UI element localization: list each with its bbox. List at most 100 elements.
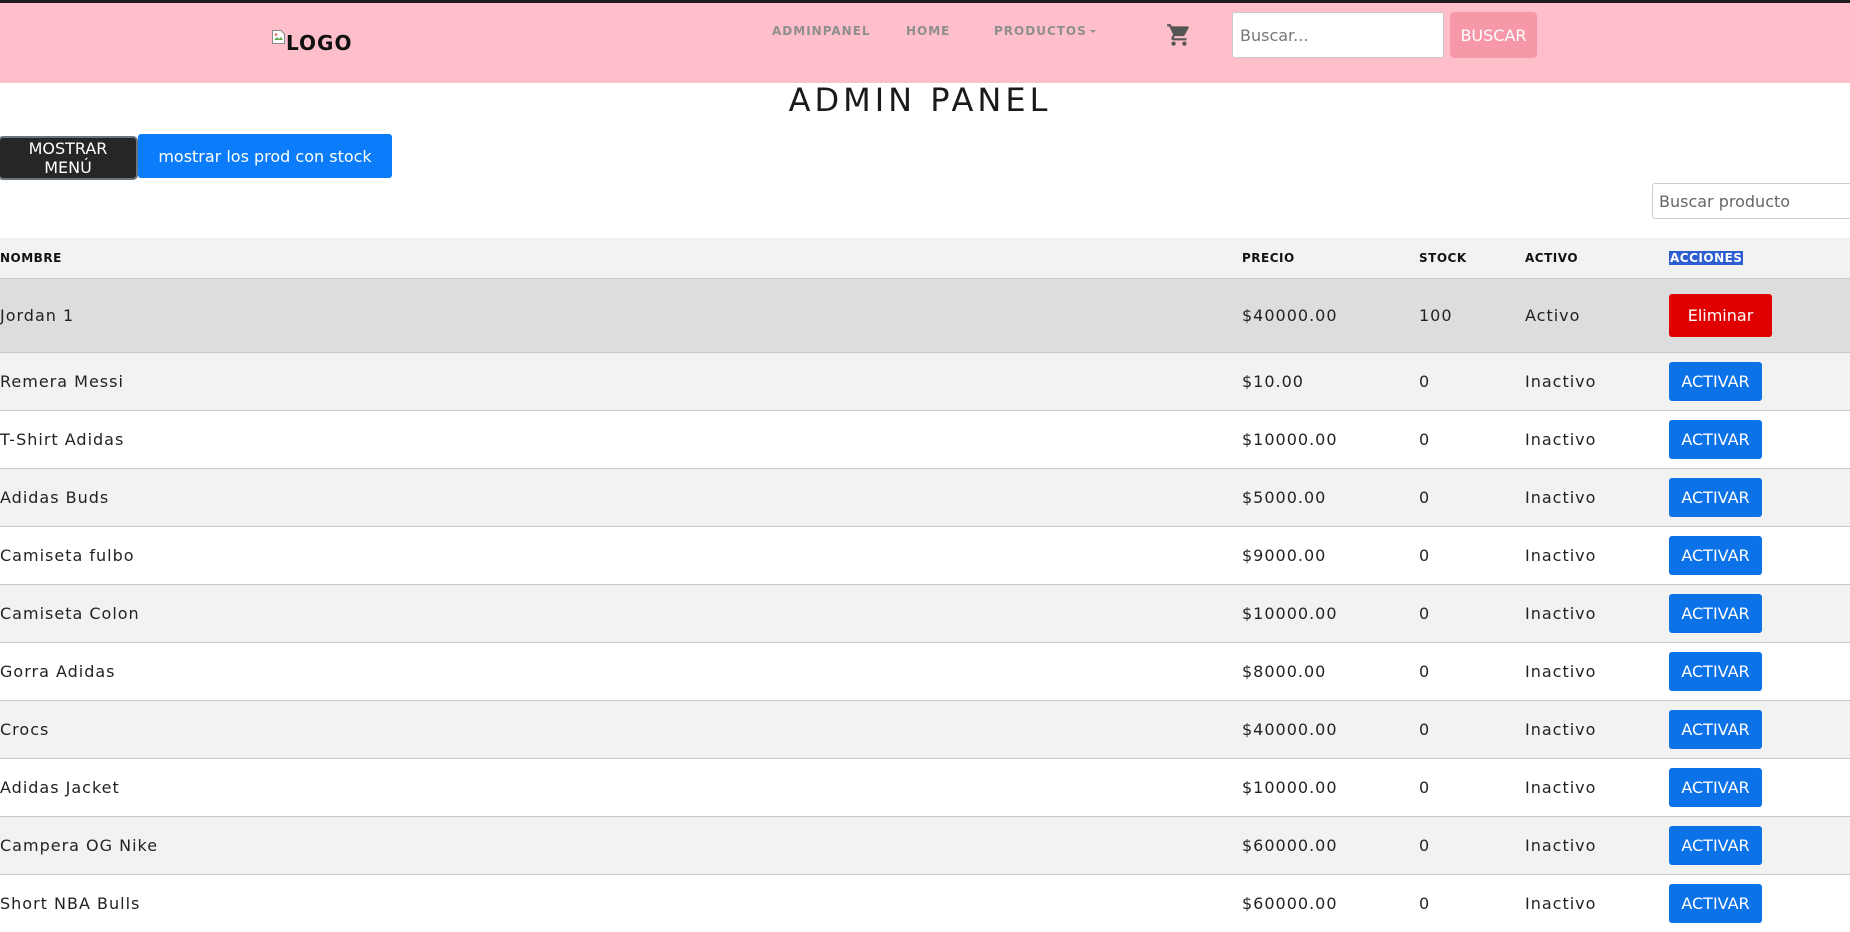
show-menu-button[interactable]: MOSTRAR MENÚ <box>0 136 138 180</box>
nav-link-adminpanel[interactable]: ADMINPANEL <box>772 24 871 38</box>
table-header-row: NOMBRE PRECIO STOCK ACTIVO ACCIONES <box>0 238 1850 278</box>
activate-button[interactable]: ACTIVAR <box>1669 535 1762 575</box>
column-header-nombre[interactable]: NOMBRE <box>0 238 1242 278</box>
delete-button[interactable]: Eliminar <box>1669 293 1772 337</box>
page-title: ADMIN PANEL <box>788 81 1052 119</box>
cell-stock: 0 <box>1419 757 1525 816</box>
cell-acciones: Eliminar <box>1669 277 1850 352</box>
logo-alt-text: LOGO <box>286 31 353 55</box>
cell-precio: $40000.00 <box>1242 699 1419 758</box>
table-row: T-Shirt Adidas $10000.00 0 Inactivo ACTI… <box>0 409 1850 468</box>
show-in-stock-button[interactable]: mostrar los prod con stock <box>138 134 392 178</box>
cell-acciones: ACTIVAR <box>1669 409 1850 468</box>
cell-activo: Inactivo <box>1525 525 1669 584</box>
cell-precio: $60000.00 <box>1242 873 1419 932</box>
cell-stock: 0 <box>1419 583 1525 642</box>
cell-precio: $9000.00 <box>1242 525 1419 584</box>
cell-nombre: Crocs <box>0 699 1242 758</box>
cell-activo: Inactivo <box>1525 757 1669 816</box>
cell-precio: $10000.00 <box>1242 583 1419 642</box>
table-row: Remera Messi $10.00 0 Inactivo ACTIVAR <box>0 351 1850 410</box>
cell-nombre: Adidas Buds <box>0 467 1242 526</box>
cell-nombre: Camiseta Colon <box>0 583 1242 642</box>
table-body: Jordan 1 $40000.00 100 Activo Eliminar R… <box>0 277 1850 932</box>
cell-stock: 0 <box>1419 873 1525 932</box>
cell-activo: Inactivo <box>1525 467 1669 526</box>
activate-button[interactable]: ACTIVAR <box>1669 593 1762 633</box>
cell-acciones: ACTIVAR <box>1669 699 1850 758</box>
cell-activo: Inactivo <box>1525 873 1669 932</box>
cell-acciones: ACTIVAR <box>1669 467 1850 526</box>
shopping-cart-icon[interactable] <box>1166 22 1192 48</box>
activate-button[interactable]: ACTIVAR <box>1669 883 1762 923</box>
table-row: Campera OG Nike $60000.00 0 Inactivo ACT… <box>0 815 1850 874</box>
cell-stock: 0 <box>1419 467 1525 526</box>
search-input[interactable] <box>1232 12 1444 58</box>
column-header-acciones[interactable]: ACCIONES <box>1669 238 1850 278</box>
nav-link-home[interactable]: HOME <box>906 24 950 38</box>
activate-button[interactable]: ACTIVAR <box>1669 651 1762 691</box>
activate-button[interactable]: ACTIVAR <box>1669 767 1762 807</box>
table-row: Short NBA Bulls $60000.00 0 Inactivo ACT… <box>0 873 1850 932</box>
cell-stock: 100 <box>1419 277 1525 352</box>
cell-nombre: Jordan 1 <box>0 277 1242 352</box>
cell-activo: Activo <box>1525 277 1669 352</box>
cell-precio: $10.00 <box>1242 351 1419 410</box>
cell-nombre: Short NBA Bulls <box>0 873 1242 932</box>
column-header-activo[interactable]: ACTIVO <box>1525 238 1669 278</box>
table-row: Jordan 1 $40000.00 100 Activo Eliminar <box>0 277 1850 352</box>
broken-image-icon <box>272 30 285 44</box>
cell-nombre: T-Shirt Adidas <box>0 409 1242 468</box>
cell-activo: Inactivo <box>1525 409 1669 468</box>
cell-nombre: Campera OG Nike <box>0 815 1242 874</box>
products-table: NOMBRE PRECIO STOCK ACTIVO ACCIONES Jord… <box>0 238 1850 932</box>
activate-button[interactable]: ACTIVAR <box>1669 825 1762 865</box>
cell-stock: 0 <box>1419 525 1525 584</box>
cell-precio: $10000.00 <box>1242 409 1419 468</box>
table-row: Adidas Buds $5000.00 0 Inactivo ACTIVAR <box>0 467 1850 526</box>
table-row: Gorra Adidas $8000.00 0 Inactivo ACTIVAR <box>0 641 1850 700</box>
cell-activo: Inactivo <box>1525 815 1669 874</box>
nav-link-productos-label: PRODUCTOS <box>994 24 1087 38</box>
search-button[interactable]: BUSCAR <box>1450 12 1537 58</box>
cell-nombre: Gorra Adidas <box>0 641 1242 700</box>
table-row: Crocs $40000.00 0 Inactivo ACTIVAR <box>0 699 1850 758</box>
logo[interactable]: LOGO <box>272 30 353 55</box>
cell-acciones: ACTIVAR <box>1669 583 1850 642</box>
cell-precio: $10000.00 <box>1242 757 1419 816</box>
column-header-stock[interactable]: STOCK <box>1419 238 1525 278</box>
cell-stock: 0 <box>1419 815 1525 874</box>
caret-down-icon <box>1089 30 1096 33</box>
column-header-precio[interactable]: PRECIO <box>1242 238 1419 278</box>
cell-stock: 0 <box>1419 351 1525 410</box>
cell-stock: 0 <box>1419 409 1525 468</box>
activate-button[interactable]: ACTIVAR <box>1669 709 1762 749</box>
cell-precio: $60000.00 <box>1242 815 1419 874</box>
cell-acciones: ACTIVAR <box>1669 873 1850 932</box>
cell-activo: Inactivo <box>1525 583 1669 642</box>
cell-precio: $40000.00 <box>1242 277 1419 352</box>
table-row: Camiseta Colon $10000.00 0 Inactivo ACTI… <box>0 583 1850 642</box>
product-search-input[interactable] <box>1652 183 1850 219</box>
activate-button[interactable]: ACTIVAR <box>1669 419 1762 459</box>
cell-nombre: Adidas Jacket <box>0 757 1242 816</box>
cell-acciones: ACTIVAR <box>1669 757 1850 816</box>
column-header-acciones-label: ACCIONES <box>1669 250 1744 265</box>
cell-precio: $8000.00 <box>1242 641 1419 700</box>
cell-stock: 0 <box>1419 641 1525 700</box>
cell-activo: Inactivo <box>1525 699 1669 758</box>
activate-button[interactable]: ACTIVAR <box>1669 477 1762 517</box>
navbar: LOGO ADMINPANEL HOME PRODUCTOS BUSCAR <box>0 3 1850 83</box>
table-row: Adidas Jacket $10000.00 0 Inactivo ACTIV… <box>0 757 1850 816</box>
cell-stock: 0 <box>1419 699 1525 758</box>
activate-button[interactable]: ACTIVAR <box>1669 361 1762 401</box>
cell-nombre: Camiseta fulbo <box>0 525 1242 584</box>
table-row: Camiseta fulbo $9000.00 0 Inactivo ACTIV… <box>0 525 1850 584</box>
nav-link-productos[interactable]: PRODUCTOS <box>994 24 1096 38</box>
cell-activo: Inactivo <box>1525 351 1669 410</box>
table-header: NOMBRE PRECIO STOCK ACTIVO ACCIONES <box>0 238 1850 278</box>
cell-nombre: Remera Messi <box>0 351 1242 410</box>
cell-acciones: ACTIVAR <box>1669 815 1850 874</box>
cell-acciones: ACTIVAR <box>1669 351 1850 410</box>
cell-acciones: ACTIVAR <box>1669 641 1850 700</box>
